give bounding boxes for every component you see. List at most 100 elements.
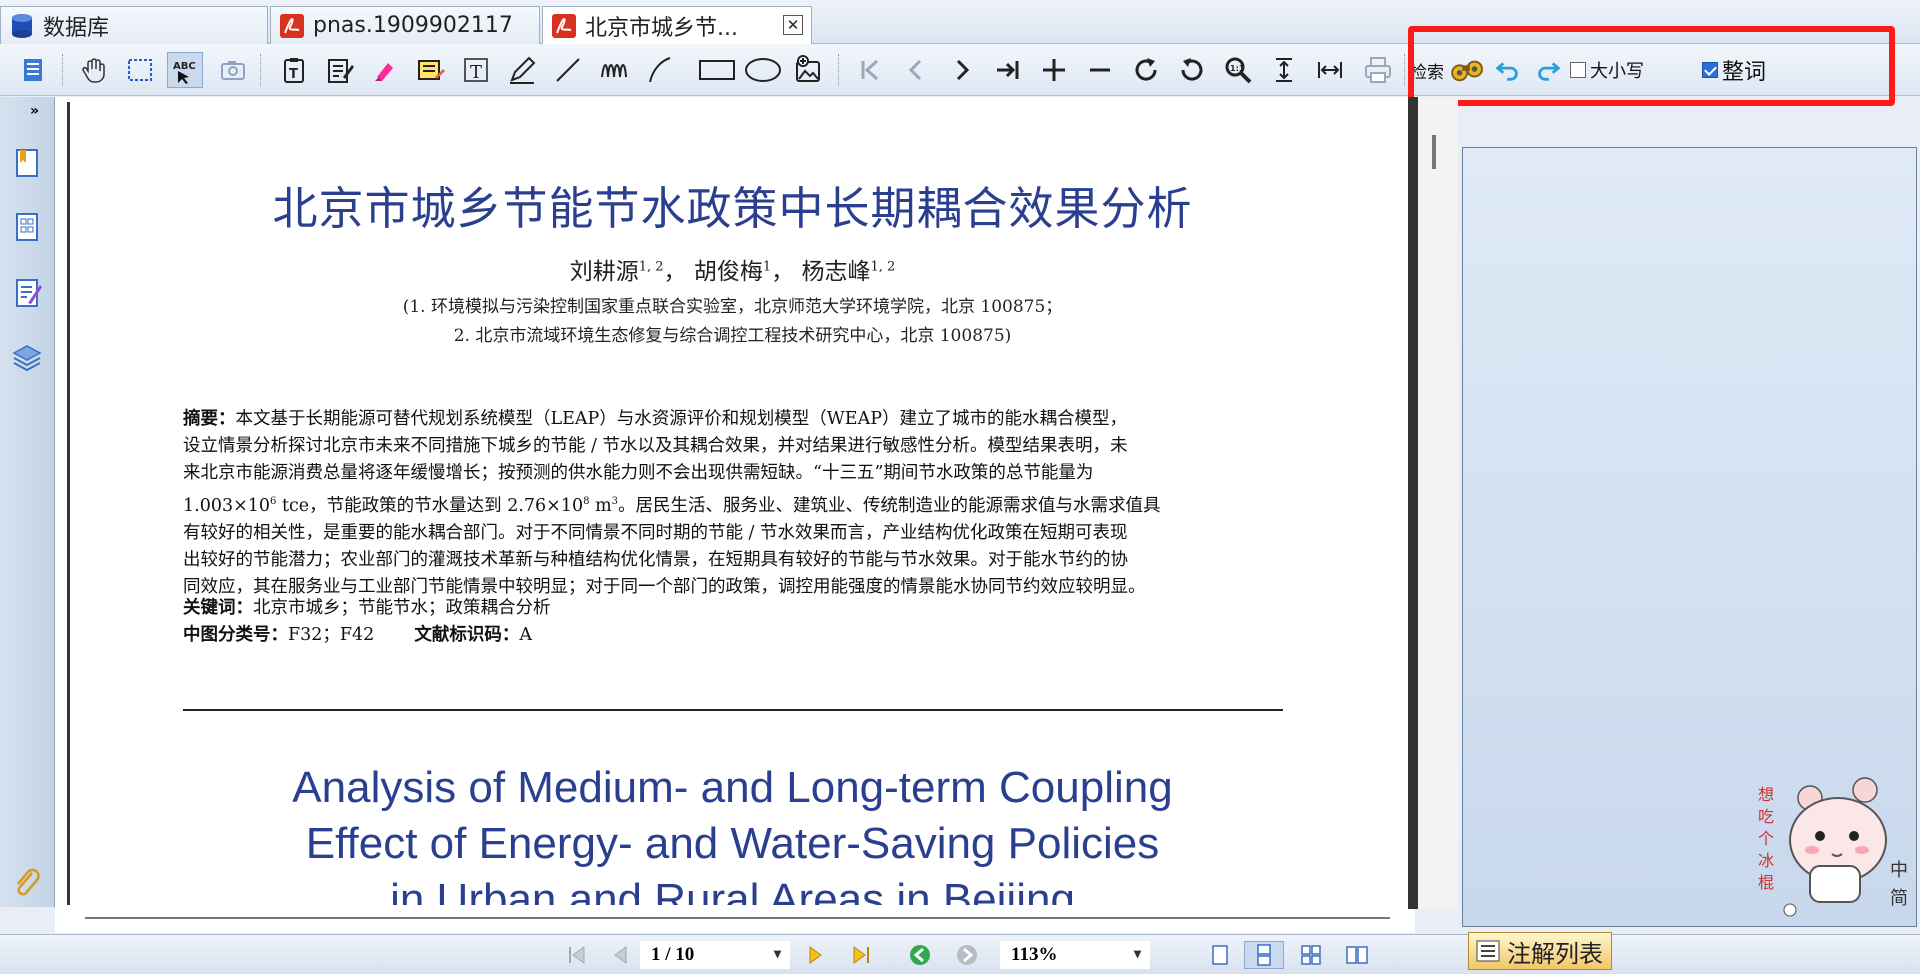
area-highlight-icon[interactable] — [412, 52, 448, 88]
next-page-icon[interactable] — [944, 52, 980, 88]
affiliation-line-1: (1. 环境模拟与污染控制国家重点联合实验室，北京师范大学环境学院，北京 100… — [402, 297, 1063, 317]
single-page-view-icon[interactable] — [1205, 941, 1235, 969]
previous-page-icon[interactable] — [898, 52, 934, 88]
zoom-level-field[interactable]: 113% ▾ — [1000, 941, 1150, 969]
svg-text:1:1: 1:1 — [1230, 64, 1245, 73]
document-viewer[interactable]: 北京市城乡节能节水政策中长期耦合效果分析 刘耕源1, 2， 胡俊梅1， 杨志峰1… — [55, 97, 1415, 909]
insert-image-icon[interactable] — [790, 52, 826, 88]
keywords: 关键词：北京市城乡；节能节水；政策耦合分析 — [183, 598, 551, 618]
rotate-counterclockwise-icon[interactable] — [1174, 52, 1210, 88]
abstract-text: 出较好的节能潜力；农业部门的灌溉技术革新与种植结构优化情景，在短期具有较好的节能… — [183, 549, 1128, 570]
document-title-en-line1: Analysis of Medium- and Long-term Coupli… — [292, 763, 1173, 812]
two-page-view-icon[interactable] — [1296, 941, 1326, 969]
scroll-thumb[interactable] — [1432, 135, 1436, 169]
divider — [183, 709, 1283, 711]
pdf-icon — [551, 13, 577, 39]
document-title-en-line3: in Urban and Rural Areas in Beijing — [390, 875, 1075, 909]
tab-database[interactable]: 数据库 — [0, 6, 268, 44]
svg-text:个: 个 — [1758, 829, 1774, 848]
zoom-out-icon[interactable] — [1082, 52, 1118, 88]
svg-text:吃: 吃 — [1758, 807, 1774, 826]
page-number-value: 1 / 10 — [651, 944, 695, 965]
highlight-box — [1408, 26, 1895, 106]
author-affiliation-sup: 1 — [762, 259, 772, 275]
next-page-icon[interactable] — [800, 941, 830, 969]
actual-size-icon[interactable]: 1:1 — [1220, 52, 1256, 88]
database-icon — [9, 13, 35, 39]
continuous-view-icon[interactable] — [1244, 941, 1284, 969]
text-select-icon[interactable]: ABC — [167, 52, 203, 88]
clipboard-text-icon[interactable]: T — [276, 52, 312, 88]
abstract-text: 设立情景分析探讨北京市未来不同措施下城乡的节能 / 节水以及其耦合效果，并对结果… — [183, 436, 1128, 457]
facing-pages-icon[interactable] — [1342, 941, 1372, 969]
hand-tool-icon[interactable] — [76, 52, 112, 88]
zoom-in-icon[interactable] — [1036, 52, 1072, 88]
author-name: 胡俊梅 — [693, 259, 763, 285]
abstract: 摘要：本文基于长期能源可替代规划系统模型（LEAP）与水资源评价和规划模型（WE… — [183, 406, 1293, 601]
pdf-icon — [279, 13, 305, 39]
mascot-sticker-icon: 想 吃 个 冰 棍 中 简 — [1758, 777, 1908, 917]
tab-pnas[interactable]: pnas.1909902117 — [270, 6, 540, 44]
first-page-icon[interactable] — [852, 52, 888, 88]
expand-panel-icon[interactable]: » — [30, 103, 39, 119]
last-page-icon[interactable] — [846, 941, 876, 969]
text-box-icon[interactable]: T — [458, 52, 494, 88]
left-sidebar: » — [0, 97, 55, 907]
previous-page-icon[interactable] — [606, 941, 636, 969]
close-icon[interactable]: ✕ — [783, 15, 803, 35]
fit-height-icon[interactable] — [1266, 52, 1302, 88]
camera-icon[interactable] — [215, 52, 251, 88]
last-page-icon[interactable] — [990, 52, 1026, 88]
thumbnails-icon[interactable] — [10, 209, 44, 245]
note-edit-icon[interactable] — [322, 52, 358, 88]
abstract-label: 摘要： — [183, 409, 236, 429]
document-list-icon[interactable] — [14, 52, 50, 88]
author-name: 刘耕源 — [569, 259, 639, 285]
svg-text:想: 想 — [1758, 785, 1774, 804]
zoom-value: 113% — [1011, 944, 1058, 965]
layers-icon[interactable] — [10, 339, 44, 375]
svg-text:ABC: ABC — [173, 61, 196, 72]
horizontal-scrollbar[interactable] — [55, 905, 1415, 933]
annotations-icon[interactable] — [10, 275, 44, 311]
list-icon — [1475, 938, 1501, 964]
tab-label: 北京市城乡节... — [585, 16, 738, 41]
fit-width-icon[interactable] — [1312, 52, 1348, 88]
vertical-scrollbar-edge — [1408, 97, 1418, 909]
author-affiliation-sup: 1, 2 — [870, 259, 896, 275]
chevron-down-icon[interactable]: ▾ — [774, 946, 781, 963]
line-tool-icon[interactable] — [550, 52, 586, 88]
svg-text:简: 简 — [1890, 888, 1908, 909]
status-bar: 1 / 10 ▾ 113% ▾ — [0, 934, 1920, 974]
author-name: 杨志峰 — [801, 259, 871, 285]
rectangle-tool-icon[interactable] — [696, 52, 738, 88]
svg-text:中: 中 — [1890, 860, 1908, 881]
go-back-icon[interactable] — [905, 941, 935, 969]
svg-text:T: T — [289, 67, 298, 82]
attachment-icon[interactable] — [10, 865, 44, 901]
page-number-field[interactable]: 1 / 10 ▾ — [640, 941, 790, 969]
tab-beijing-doc[interactable]: 北京市城乡节... ✕ — [542, 6, 812, 45]
first-page-icon[interactable] — [562, 941, 592, 969]
abstract-text: 有较好的相关性，是重要的能水耦合部门。对于不同情景不同时期的节能 / 节水效果而… — [183, 522, 1128, 543]
freehand-icon[interactable] — [596, 52, 632, 88]
highlighter-icon[interactable] — [366, 52, 402, 88]
chevron-down-icon[interactable]: ▾ — [1134, 946, 1141, 963]
print-icon[interactable] — [1360, 52, 1396, 88]
abstract-text: 1.003×106 tce，节能政策的节水量达到 2.76×108 m3。居民生… — [183, 495, 1161, 516]
curve-tool-icon[interactable] — [642, 52, 678, 88]
go-forward-icon[interactable] — [952, 941, 982, 969]
svg-text:棍: 棍 — [1758, 873, 1774, 892]
abstract-text: 本文基于长期能源可替代规划系统模型（LEAP）与水资源评价和规划模型（WEAP）… — [235, 409, 1127, 429]
author-affiliation-sup: 1, 2 — [638, 259, 664, 275]
vertical-scrollbar[interactable] — [1418, 97, 1458, 909]
document-title-en-line2: Effect of Energy- and Water-Saving Polic… — [305, 819, 1160, 868]
tab-annotation-list[interactable]: 注解列表 — [1468, 932, 1612, 970]
pdf-page: 北京市城乡节能节水政策中长期耦合效果分析 刘耕源1, 2， 胡俊梅1， 杨志峰1… — [67, 102, 1395, 909]
marquee-select-icon[interactable] — [122, 52, 158, 88]
bookmarks-icon[interactable] — [10, 145, 44, 181]
pencil-icon[interactable] — [504, 52, 540, 88]
ellipse-tool-icon[interactable] — [742, 52, 784, 88]
svg-text:T: T — [470, 62, 482, 83]
rotate-clockwise-icon[interactable] — [1128, 52, 1164, 88]
